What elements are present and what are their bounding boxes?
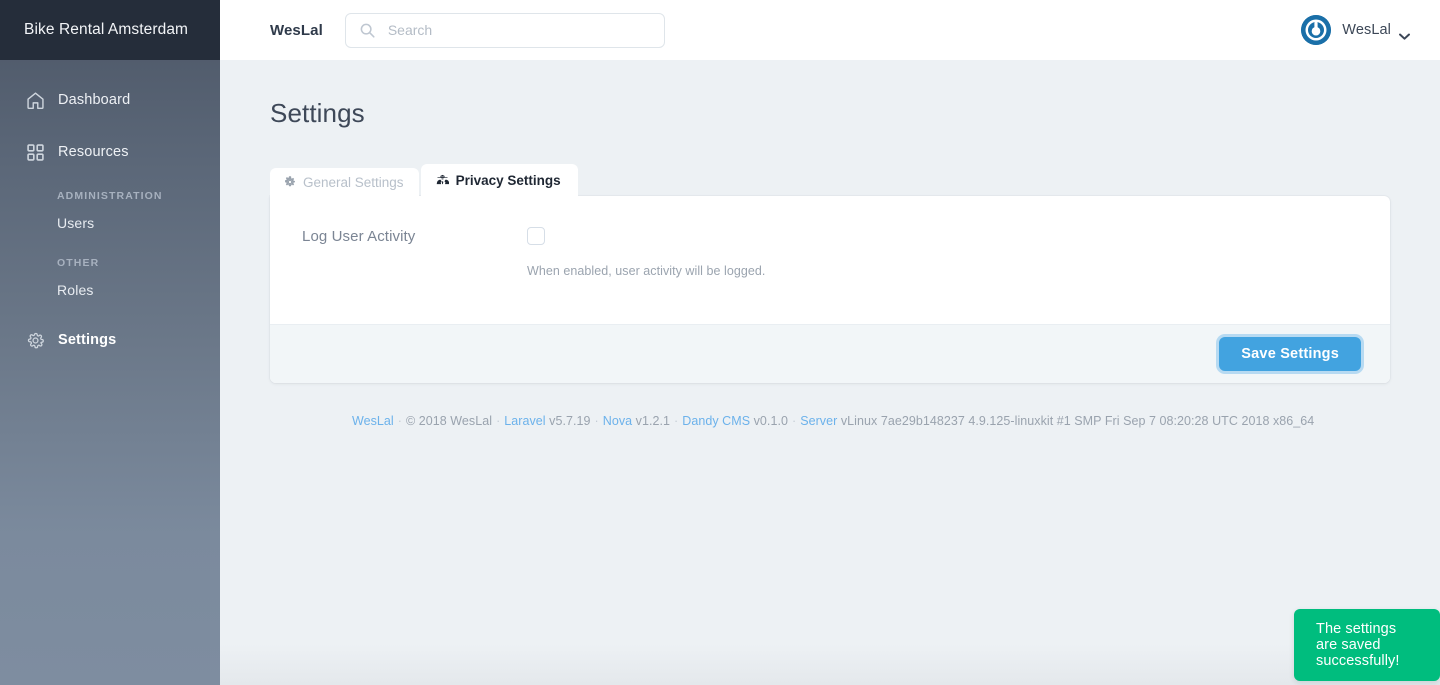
save-settings-button[interactable]: Save Settings: [1219, 337, 1361, 371]
field-help-text: When enabled, user activity will be logg…: [527, 264, 1360, 278]
footer-brand-link[interactable]: WesLal: [352, 414, 394, 428]
sidebar-brand-title: Bike Rental Amsterdam: [24, 21, 188, 39]
footer-separator: ·: [670, 414, 682, 428]
topbar: WesLal: [220, 0, 1440, 60]
footer-nova-link[interactable]: Nova: [603, 414, 632, 428]
settings-card: Log User Activity When enabled, user act…: [270, 196, 1390, 383]
tab-label: Privacy Settings: [456, 173, 561, 188]
tab-general-settings[interactable]: General Settings: [270, 168, 419, 196]
footer-separator: ·: [788, 414, 800, 428]
footer-separator: ·: [591, 414, 603, 428]
sidebar-item-label: Dashboard: [58, 92, 130, 108]
sidebar-item-users[interactable]: Users: [0, 215, 220, 231]
user-secret-icon: [436, 174, 449, 187]
sidebar-nav: Dashboard Resources ADMINISTRATION Users…: [0, 60, 220, 354]
footer-cms-link[interactable]: Dandy CMS: [682, 414, 750, 428]
footer-separator: ·: [394, 414, 406, 428]
footer-separator: ·: [492, 414, 504, 428]
footer-server-link[interactable]: Server: [800, 414, 837, 428]
sidebar-item-dashboard[interactable]: Dashboard: [0, 86, 220, 114]
search-container: [345, 13, 665, 48]
success-toast[interactable]: The settings are saved successfully!: [1294, 609, 1440, 681]
sidebar-item-settings[interactable]: Settings: [0, 326, 220, 354]
chevron-down-icon: [1399, 27, 1410, 34]
log-user-activity-checkbox[interactable]: [527, 227, 545, 245]
settings-card-body: Log User Activity When enabled, user act…: [270, 196, 1390, 324]
user-menu[interactable]: WesLal: [1301, 15, 1410, 45]
page-title: Settings: [270, 98, 1390, 129]
search-input[interactable]: [345, 13, 665, 48]
tab-label: General Settings: [303, 175, 404, 190]
sidebar-item-resources[interactable]: Resources: [0, 138, 220, 166]
footer-copyright: © 2018 WesLal: [406, 414, 492, 428]
footer-cms-version: v0.1.0: [754, 414, 788, 428]
footer-nova-version: v1.2.1: [636, 414, 670, 428]
field-row-log-user-activity: Log User Activity When enabled, user act…: [302, 226, 1360, 278]
footer-laravel-link[interactable]: Laravel: [504, 414, 545, 428]
sidebar-group-heading-other: OTHER: [0, 257, 220, 269]
sidebar-item-roles[interactable]: Roles: [0, 282, 220, 298]
avatar: [1301, 15, 1331, 45]
field-control: When enabled, user activity will be logg…: [527, 226, 1360, 278]
settings-card-footer: Save Settings: [270, 324, 1390, 383]
home-icon: [24, 89, 46, 111]
content-area: Settings General Settings: [220, 60, 1440, 685]
footer-laravel-version: v5.7.19: [549, 414, 590, 428]
gear-icon: [24, 329, 46, 351]
footer-server-info: vLinux 7ae29b148237 4.9.125-linuxkit #1 …: [841, 414, 1314, 428]
field-label: Log User Activity: [302, 226, 527, 245]
topbar-brand: WesLal: [270, 22, 323, 39]
sidebar-brand-header: Bike Rental Amsterdam: [0, 0, 220, 60]
sidebar: Bike Rental Amsterdam Dashboard: [0, 0, 220, 685]
gear-icon: [283, 176, 296, 189]
app-root: Bike Rental Amsterdam Dashboard: [0, 0, 1440, 685]
sidebar-item-label: Resources: [58, 144, 129, 160]
user-name: WesLal: [1342, 22, 1391, 38]
settings-tabs: General Settings Privacy Settings: [270, 164, 1390, 196]
sidebar-group-heading-administration: ADMINISTRATION: [0, 190, 220, 202]
sidebar-item-label: Settings: [58, 332, 116, 348]
grid-icon: [24, 141, 46, 163]
main-column: WesLal: [220, 0, 1440, 685]
tab-privacy-settings[interactable]: Privacy Settings: [421, 164, 578, 196]
page-footer: WesLal·© 2018 WesLal·Laravel v5.7.19·Nov…: [270, 414, 1390, 428]
